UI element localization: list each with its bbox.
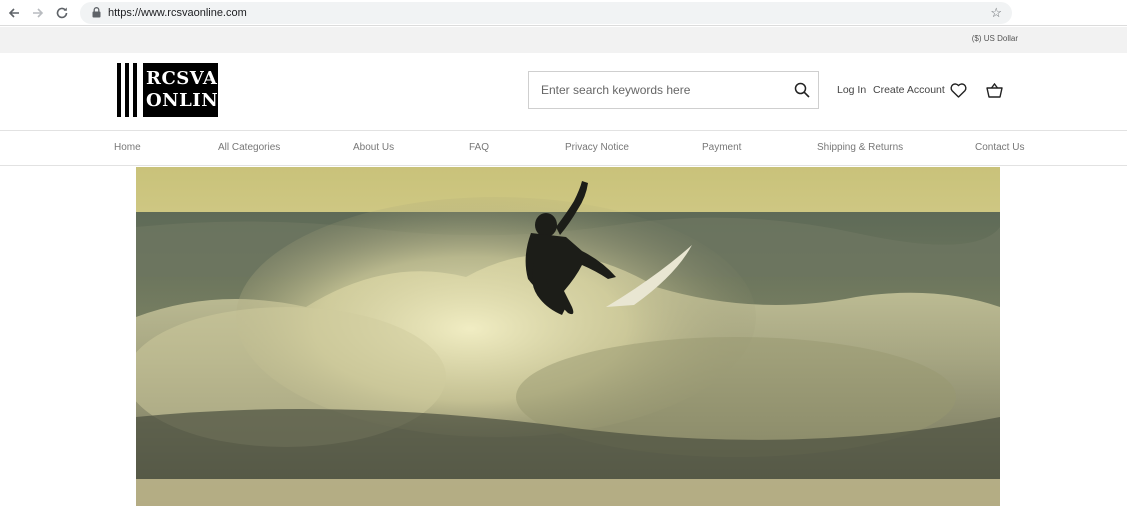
site-header: RCSVA ONLINE Log In Create Account <box>0 53 1127 130</box>
create-account-link[interactable]: Create Account <box>873 84 945 96</box>
nav-faq[interactable]: FAQ <box>469 142 489 153</box>
logo-wordmark: RCSVA ONLINE <box>143 63 233 117</box>
nav-all-categories[interactable]: All Categories <box>218 142 280 153</box>
logo-line-2: ONLINE <box>146 90 233 111</box>
logo-line-1: RCSVA <box>146 68 218 89</box>
main-navigation: Home All Categories About Us FAQ Privacy… <box>0 130 1127 166</box>
reload-icon[interactable] <box>50 1 74 25</box>
browser-toolbar: https://www.rcsvaonline.com ☆ <box>0 0 1127 26</box>
currency-bar: ($) US Dollar <box>0 27 1127 53</box>
nav-home[interactable]: Home <box>114 142 141 153</box>
logo-bars <box>117 63 137 117</box>
search-input[interactable] <box>529 72 786 108</box>
address-bar[interactable]: https://www.rcsvaonline.com ☆ <box>80 1 1012 24</box>
hero-banner-image[interactable] <box>136 167 1000 506</box>
basket-icon[interactable] <box>985 81 1003 99</box>
nav-payment[interactable]: Payment <box>702 142 741 153</box>
currency-selector[interactable]: ($) US Dollar <box>972 34 1018 43</box>
forward-arrow-icon[interactable] <box>26 1 50 25</box>
lock-icon <box>90 7 102 19</box>
site-logo[interactable]: RCSVA ONLINE <box>117 63 233 117</box>
search-icon[interactable] <box>786 72 818 108</box>
back-arrow-icon[interactable] <box>2 1 26 25</box>
star-icon[interactable]: ☆ <box>990 5 1002 21</box>
heart-icon[interactable] <box>949 81 967 99</box>
login-link[interactable]: Log In <box>837 84 866 96</box>
nav-contact-us[interactable]: Contact Us <box>975 142 1024 153</box>
nav-shipping-returns[interactable]: Shipping & Returns <box>817 142 903 153</box>
url-text: https://www.rcsvaonline.com <box>108 6 247 19</box>
nav-about-us[interactable]: About Us <box>353 142 394 153</box>
nav-privacy-notice[interactable]: Privacy Notice <box>565 142 629 153</box>
search-box <box>528 71 819 109</box>
